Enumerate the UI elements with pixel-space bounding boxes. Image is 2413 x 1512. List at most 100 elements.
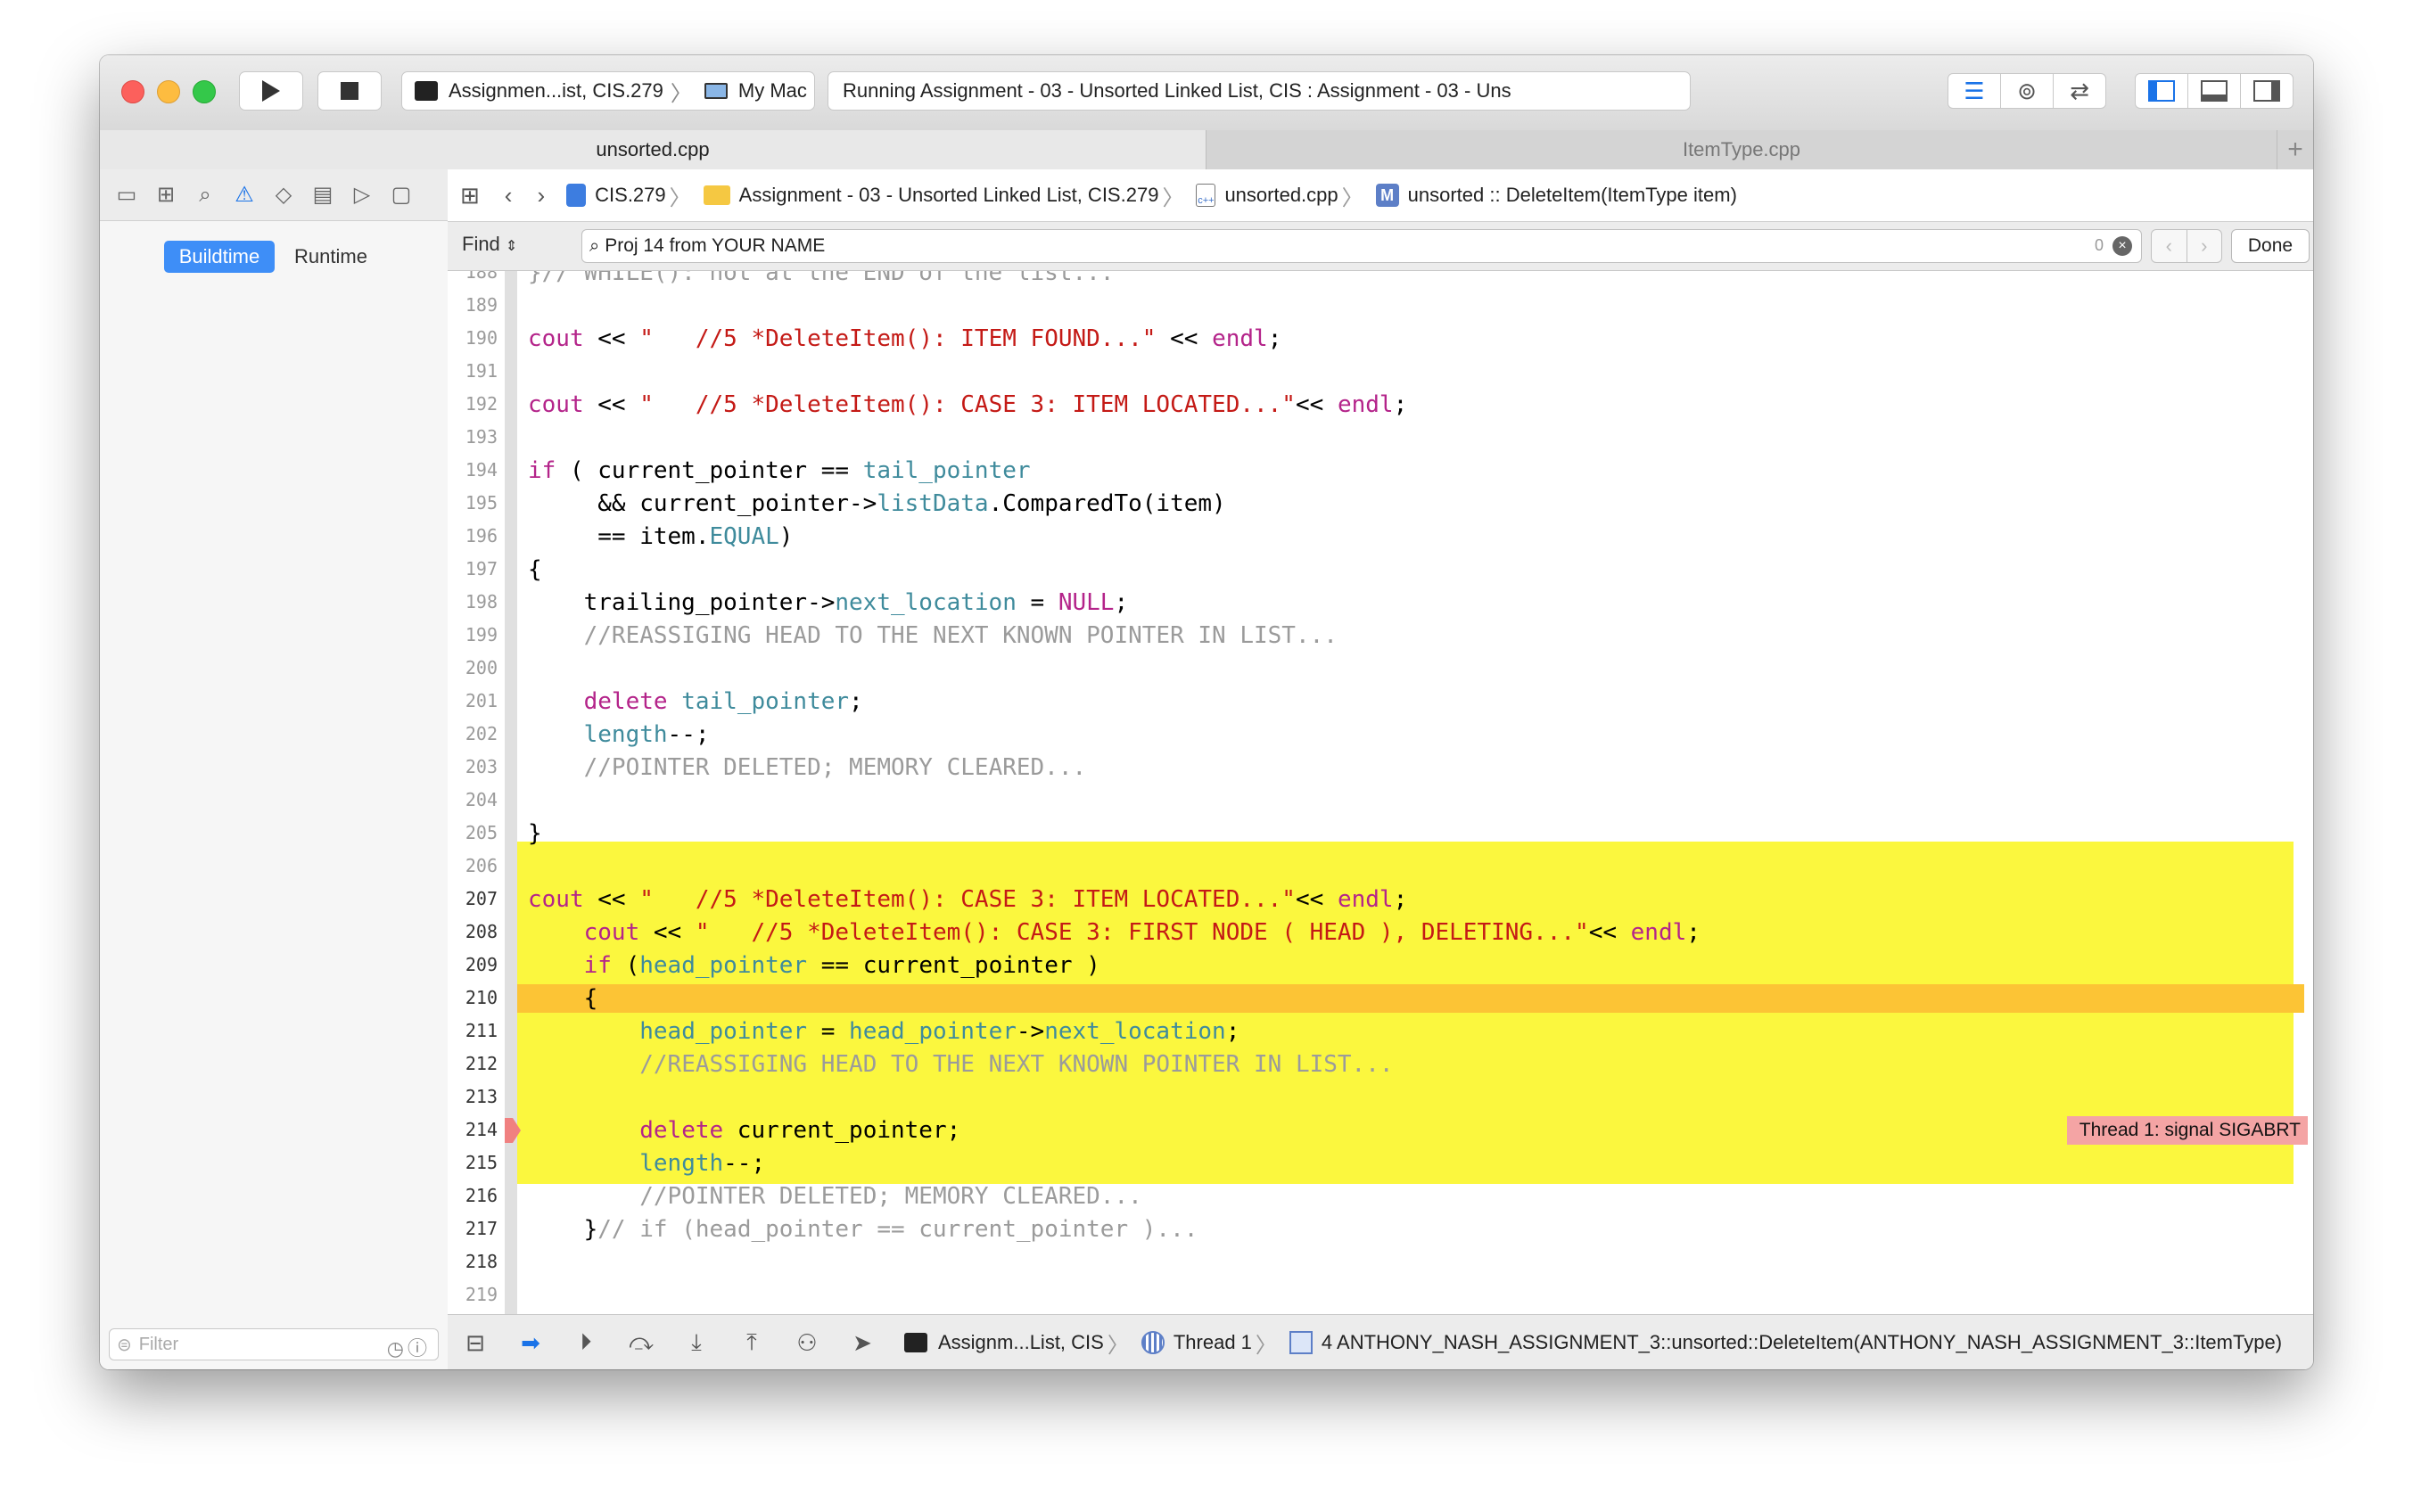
tab-itemtype-cpp[interactable]: ItemType.cpp — [1206, 130, 2277, 169]
code-line[interactable]: 209 if (head_pointer == current_pointer … — [448, 951, 2313, 980]
close-window-button[interactable] — [121, 80, 144, 103]
code-line[interactable]: 193 — [448, 423, 2313, 452]
hide-debug-area-icon[interactable]: ⊟ — [448, 1329, 503, 1357]
view-hierarchy-icon[interactable]: ⚇ — [779, 1329, 835, 1357]
tab-unsorted-cpp[interactable]: unsorted.cpp — [100, 130, 1206, 169]
breadcrumb-method[interactable]: unsorted :: DeleteItem(ItemType item) — [1408, 184, 1737, 207]
line-number: 210 — [465, 987, 498, 1008]
overlap-circles-icon: ⊚ — [2017, 78, 2037, 104]
clock-icon[interactable]: ◷ⓘ — [387, 1333, 431, 1361]
forward-button[interactable]: › — [537, 182, 545, 210]
find-bar: Find ⇕ ⌕ Proj 14 from YOUR NAME 0 × ‹ › … — [448, 222, 2313, 271]
tag-icon[interactable]: ▷ — [342, 182, 382, 208]
next-match-button[interactable]: › — [2186, 230, 2222, 262]
code-line[interactable]: 195 && current_pointer->listData.Compare… — [448, 489, 2313, 518]
debug-frame[interactable]: 4 ANTHONY_NASH_ASSIGNMENT_3::unsorted::D… — [1322, 1331, 2282, 1354]
toggle-navigator-button[interactable] — [2135, 73, 2188, 109]
previous-match-button[interactable]: ‹ — [2152, 230, 2187, 262]
navigator-filter[interactable]: ⊜ Filter ◷ⓘ — [109, 1328, 439, 1360]
code-line[interactable]: 201 delete tail_pointer; — [448, 687, 2313, 716]
zoom-window-button[interactable] — [193, 80, 216, 103]
code-line[interactable]: 206 — [448, 852, 2313, 881]
warning-icon[interactable]: ⚠ — [225, 182, 264, 208]
find-query: Proj 14 from YOUR NAME — [605, 235, 826, 256]
step-into-icon[interactable]: ⤓ — [669, 1328, 724, 1357]
list-icon[interactable]: ▤ — [303, 182, 342, 208]
destination-name: My Mac — [737, 79, 807, 102]
folder-icon[interactable]: ▭ — [107, 182, 146, 208]
hierarchy-icon[interactable]: ⊞ — [146, 182, 185, 208]
line-number: 209 — [465, 954, 498, 975]
step-out-icon[interactable]: ⤒ — [724, 1328, 779, 1357]
toggle-debug-area-button[interactable] — [2187, 73, 2241, 109]
version-editor-button[interactable]: ⇄ — [2053, 73, 2106, 109]
code-line[interactable]: 204 — [448, 786, 2313, 815]
back-button[interactable]: ‹ — [505, 182, 513, 210]
breadcrumb-project[interactable]: CIS.279 — [595, 184, 666, 207]
breadcrumb-folder[interactable]: Assignment - 03 - Unsorted Linked List, … — [739, 184, 1159, 207]
code-line[interactable]: 196 == item.EQUAL) — [448, 522, 2313, 551]
code-line[interactable]: 216 //POINTER DELETED; MEMORY CLEARED... — [448, 1182, 2313, 1211]
code-line[interactable]: 190 cout << " //5 *DeleteItem(): ITEM FOU… — [448, 325, 2313, 353]
continue-icon[interactable]: ⏵ — [558, 1328, 614, 1357]
code-line[interactable]: 192 cout << " //5 *DeleteItem(): CASE 3: … — [448, 390, 2313, 419]
standard-editor-button[interactable]: ☰ — [1948, 73, 2001, 109]
done-button[interactable]: Done — [2231, 229, 2310, 263]
code-line[interactable]: 198 trailing_pointer->next_location = NU… — [448, 588, 2313, 617]
line-number: 202 — [465, 723, 498, 744]
code-line[interactable]: 189 — [448, 292, 2313, 320]
find-navigation: ‹ › — [2151, 229, 2222, 263]
code-line[interactable]: 215 length--; — [448, 1149, 2313, 1178]
scheme-selector[interactable]: Assignmen...ist, CIS.279 〉 My Mac — [401, 71, 815, 111]
find-mode-selector[interactable]: Find ⇕ — [462, 233, 517, 256]
run-button[interactable] — [239, 71, 303, 111]
code-text: cout << " //5 *DeleteItem(): CASE 3: ITE… — [528, 886, 1408, 913]
assistant-editor-button[interactable]: ⊚ — [2000, 73, 2054, 109]
code-line[interactable]: 214 delete current_pointer; Thread 1: sig… — [448, 1116, 2313, 1145]
code-line[interactable]: 212 //REASSIGING HEAD TO THE NEXT KNOWN … — [448, 1050, 2313, 1079]
code-line[interactable]: 213 — [448, 1083, 2313, 1112]
step-over-icon[interactable]: ⤼ — [614, 1328, 669, 1357]
debug-process[interactable]: Assignm...List, CIS — [938, 1331, 1104, 1354]
stop-button[interactable] — [317, 71, 382, 111]
code-line[interactable]: 207 cout << " //5 *DeleteItem(): CASE 3: … — [448, 885, 2313, 914]
code-line[interactable]: 199 //REASSIGING HEAD TO THE NEXT KNOWN … — [448, 621, 2313, 650]
buildtime-segment[interactable]: Buildtime — [164, 241, 275, 273]
code-line[interactable]: 210 { — [448, 984, 2313, 1013]
code-line[interactable]: 203 //POINTER DELETED; MEMORY CLEARED... — [448, 753, 2313, 782]
code-text: cout << " //5 *DeleteItem(): ITEM FOUND.… — [528, 325, 1282, 352]
search-icon[interactable]: ⌕ — [185, 183, 225, 208]
breadcrumb-file[interactable]: unsorted.cpp — [1224, 184, 1338, 207]
debug-thread[interactable]: Thread 1 — [1174, 1331, 1252, 1354]
breakpoints-toggle-icon[interactable]: ➡ — [503, 1329, 558, 1357]
code-line[interactable]: 197 { — [448, 555, 2313, 584]
toggle-utilities-button[interactable] — [2240, 73, 2294, 109]
status-text: Running Assignment - 03 - Unsorted Linke… — [843, 79, 1511, 102]
code-line[interactable]: 194 if ( current_pointer == tail_pointer — [448, 456, 2313, 485]
code-line[interactable]: 218 — [448, 1248, 2313, 1277]
location-icon[interactable]: ➤ — [835, 1329, 890, 1357]
code-line[interactable]: 188}// WHILE(): not at the END of the li… — [448, 271, 2313, 287]
runtime-segment[interactable]: Runtime — [282, 241, 380, 273]
code-line[interactable]: 217 }// if (head_pointer == current_poin… — [448, 1215, 2313, 1244]
code-text: if ( current_pointer == tail_pointer — [528, 457, 1031, 484]
mac-icon — [704, 83, 728, 99]
code-line[interactable]: 219 — [448, 1281, 2313, 1310]
instruction-pointer-icon[interactable] — [505, 1118, 521, 1143]
code-line[interactable]: 191 — [448, 357, 2313, 386]
new-tab-button[interactable]: + — [2277, 130, 2313, 169]
minimize-window-button[interactable] — [157, 80, 180, 103]
diamond-icon[interactable]: ◇ — [264, 182, 303, 208]
speech-bubble-icon[interactable]: ▢ — [382, 182, 421, 208]
related-items-icon[interactable]: ⊞ — [460, 182, 480, 210]
navigator-panel: ▭ ⊞ ⌕ ⚠ ◇ ▤ ▷ ▢ Buildtime Runtime ⊜ Filt… — [100, 169, 449, 1369]
editor-tab-bar: unsorted.cpp ItemType.cpp + — [100, 130, 2313, 170]
code-line[interactable]: 208 cout << " //5 *DeleteItem(): CASE 3:… — [448, 918, 2313, 947]
clear-icon[interactable]: × — [2112, 236, 2132, 256]
code-line[interactable]: 202 length--; — [448, 720, 2313, 749]
code-line[interactable]: 211 head_pointer = head_pointer->next_lo… — [448, 1017, 2313, 1046]
source-editor[interactable]: 188}// WHILE(): not at the END of the li… — [448, 271, 2313, 1314]
code-line[interactable]: 205} — [448, 819, 2313, 848]
code-line[interactable]: 200 — [448, 654, 2313, 683]
find-input[interactable]: ⌕ Proj 14 from YOUR NAME 0 × — [581, 229, 2142, 263]
